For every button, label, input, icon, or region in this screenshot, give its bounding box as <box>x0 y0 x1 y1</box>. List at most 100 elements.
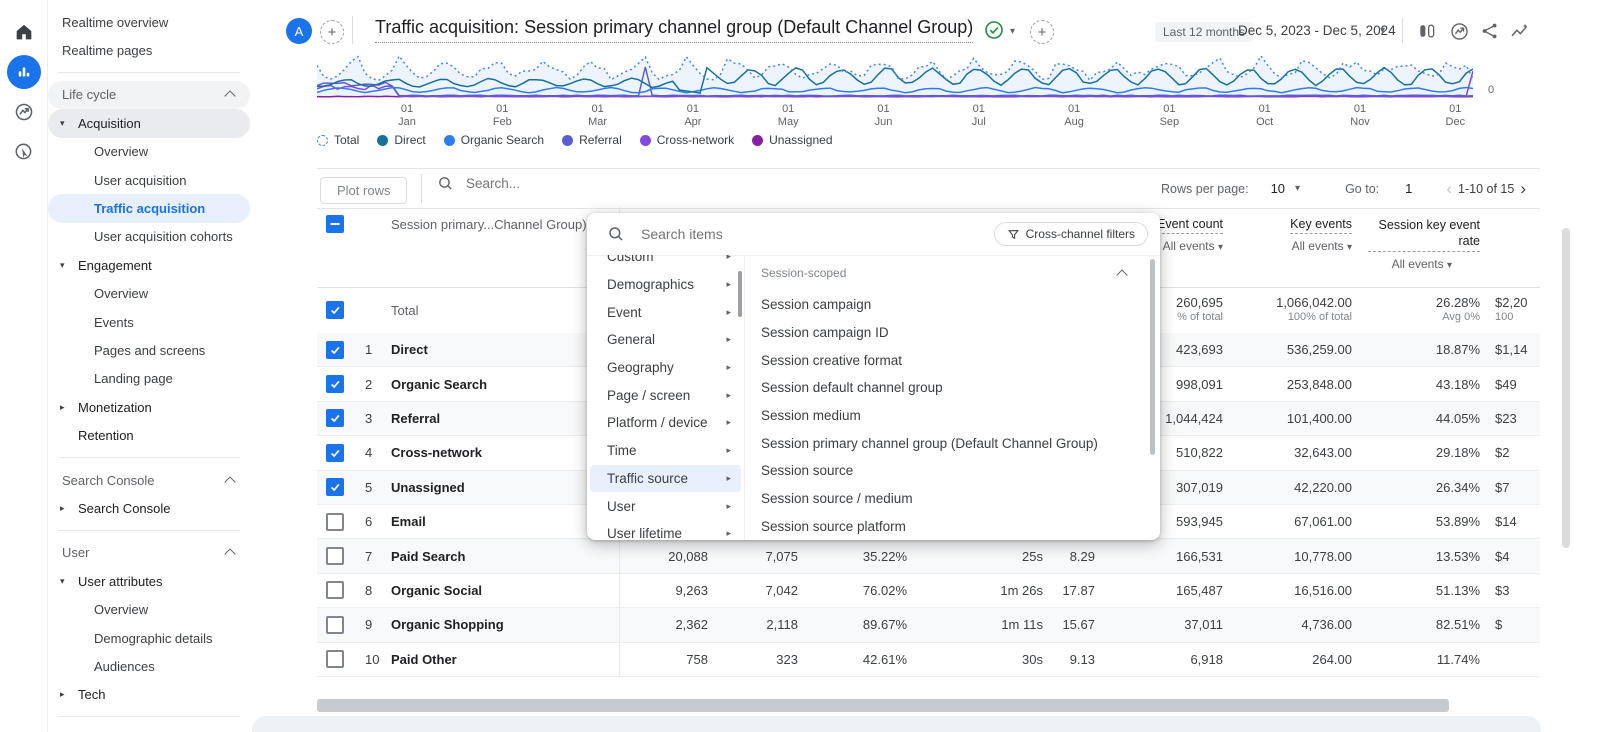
picker-item-panel: Session-scoped Session campaignSession c… <box>745 255 1160 540</box>
picker-item-session-source[interactable]: Session source <box>761 457 1140 485</box>
picker-category-demographics[interactable]: Demographics▸ <box>587 271 744 299</box>
sidebar-item-realtime-overview[interactable]: Realtime overview <box>48 8 258 36</box>
picker-category-general[interactable]: General▸ <box>587 326 744 354</box>
vertical-scrollbar[interactable] <box>1562 228 1570 548</box>
rows-per-page-value[interactable]: 10 <box>1271 181 1285 196</box>
picker-item-session-campaign[interactable]: Session campaign <box>761 291 1140 319</box>
rows-per-page-caret-icon[interactable]: ▾ <box>1295 183 1300 194</box>
report-status-icon[interactable] <box>984 20 1004 40</box>
sidebar-section-life-cycle[interactable]: Life cycle <box>48 81 250 109</box>
picker-category-platform-device[interactable]: Platform / device▸ <box>587 409 744 437</box>
select-all-checkbox[interactable] <box>326 215 344 233</box>
row-checkbox[interactable] <box>326 581 344 599</box>
sidebar-item-overview[interactable]: Overview <box>48 280 250 308</box>
plot-rows-button[interactable]: Plot rows <box>320 177 407 204</box>
sidebar-item-overview[interactable]: Overview <box>48 138 250 166</box>
session-key-event-rate-filter[interactable]: All events ▾ <box>1392 257 1452 271</box>
picker-item-session-primary-channel-group-default-channel-group-[interactable]: Session primary channel group (Default C… <box>761 429 1140 457</box>
prev-page-icon[interactable]: ‹ <box>1440 179 1458 199</box>
sidebar-item-pages-and-screens[interactable]: Pages and screens <box>48 336 250 364</box>
avatar[interactable]: A <box>286 18 312 44</box>
table-search[interactable] <box>437 175 688 192</box>
add-comparison-button[interactable]: + <box>320 20 344 44</box>
item-scrollbar[interactable] <box>1150 259 1155 455</box>
picker-item-session-medium[interactable]: Session medium <box>761 402 1140 430</box>
horizontal-scrollbar[interactable] <box>317 699 1449 712</box>
row-checkbox[interactable] <box>326 478 344 496</box>
title-caret-icon[interactable]: ▾ <box>1010 26 1015 37</box>
date-range-caret-icon[interactable]: ▾ <box>1380 25 1385 36</box>
picker-category-event[interactable]: Event▸ <box>587 298 744 326</box>
next-page-icon[interactable]: › <box>1514 179 1532 199</box>
sidebar-group-engagement[interactable]: ▾Engagement <box>48 251 250 279</box>
table-search-input[interactable] <box>464 175 688 192</box>
row-checkbox[interactable] <box>326 444 344 462</box>
report-title[interactable]: Traffic acquisition: Session primary cha… <box>375 17 973 43</box>
add-report-button[interactable]: + <box>1030 20 1054 44</box>
legend-item-referral[interactable]: Referral <box>562 133 622 147</box>
share-icon[interactable] <box>1477 18 1503 44</box>
row-checkbox[interactable] <box>326 409 344 427</box>
legend-item-cross-network[interactable]: Cross-network <box>640 133 734 147</box>
picker-item-session-source-medium[interactable]: Session source / medium <box>761 485 1140 513</box>
picker-item-session-default-channel-group[interactable]: Session default channel group <box>761 374 1140 402</box>
event-count-filter[interactable]: All events ▾ <box>1163 239 1223 253</box>
picker-item-session-creative-format[interactable]: Session creative format <box>761 346 1140 374</box>
sidebar-item-audiences[interactable]: Audiences <box>48 652 250 680</box>
sidebar-item-demographic-details[interactable]: Demographic details <box>48 624 250 652</box>
trends-icon[interactable] <box>1506 18 1532 44</box>
insights-icon[interactable] <box>1446 18 1472 44</box>
sidebar-group-retention[interactable]: Retention <box>48 421 250 449</box>
picker-search-input[interactable] <box>639 225 994 243</box>
date-range-value[interactable]: Dec 5, 2023 - Dec 5, 2024 <box>1238 23 1396 38</box>
picker-category-page-screen[interactable]: Page / screen▸ <box>587 381 744 409</box>
cross-channel-filters-chip[interactable]: Cross-channel filters <box>994 222 1148 246</box>
category-scrollbar[interactable] <box>738 271 742 317</box>
picker-category-traffic-source[interactable]: Traffic source▸ <box>590 465 741 493</box>
sidebar-section-search-console[interactable]: Search Console <box>48 466 250 494</box>
sidebar-item-traffic-acquisition[interactable]: Traffic acquisition <box>48 194 250 222</box>
sidebar-group-tech[interactable]: ▸Tech <box>48 681 250 709</box>
legend-item-direct[interactable]: Direct <box>377 133 425 147</box>
sidebar-item-user-acquisition[interactable]: User acquisition <box>48 166 250 194</box>
go-to-value[interactable]: 1 <box>1405 181 1412 196</box>
sidebar-item-user-acquisition-cohorts[interactable]: User acquisition cohorts <box>48 223 250 251</box>
sidebar-group-user-attributes[interactable]: ▾User attributes <box>48 567 250 595</box>
row-checkbox[interactable] <box>326 547 344 565</box>
legend-item-total[interactable]: Total <box>317 133 359 147</box>
picker-item-session-source-platform[interactable]: Session source platform <box>761 513 1140 541</box>
picker-category-custom[interactable]: Custom▸ <box>587 255 744 271</box>
row-checkbox[interactable] <box>326 375 344 393</box>
sidebar-item-realtime-pages[interactable]: Realtime pages <box>48 36 258 64</box>
row-checkbox[interactable] <box>326 341 344 359</box>
explore-icon[interactable] <box>0 92 47 132</box>
sidebar-item-overview[interactable]: Overview <box>48 595 250 623</box>
row-checkbox[interactable] <box>326 650 344 668</box>
picker-category-user[interactable]: User▸ <box>587 492 744 520</box>
home-icon[interactable] <box>0 12 47 52</box>
picker-category-time[interactable]: Time▸ <box>587 437 744 465</box>
session-scoped-section-header[interactable]: Session-scoped <box>761 261 1126 285</box>
sidebar-group-monetization[interactable]: ▸Monetization <box>48 393 250 421</box>
comparison-icon[interactable] <box>1414 18 1440 44</box>
picker-category-geography[interactable]: Geography▸ <box>587 354 744 382</box>
key-events-filter[interactable]: All events ▾ <box>1292 239 1352 253</box>
row-checkbox[interactable] <box>326 616 344 634</box>
sidebar-group-acquisition[interactable]: ▾Acquisition <box>48 109 250 137</box>
session-key-event-rate-header[interactable]: Session key event rate All events ▾ <box>1352 207 1480 287</box>
sidebar-section-user[interactable]: User <box>48 539 250 567</box>
collapse-section-icon[interactable] <box>1116 269 1127 280</box>
key-events-header[interactable]: Key events All events ▾ <box>1223 207 1352 287</box>
advertising-icon[interactable] <box>0 132 47 172</box>
legend-item-organic-search[interactable]: Organic Search <box>444 133 544 147</box>
sidebar-group-search-console[interactable]: ▸Search Console <box>48 494 250 522</box>
row-checkbox[interactable] <box>326 513 344 531</box>
row-checkbox[interactable] <box>326 301 344 319</box>
sidebar-item-landing-page[interactable]: Landing page <box>48 365 250 393</box>
legend-item-unassigned[interactable]: Unassigned <box>752 133 832 147</box>
picker-item-session-campaign-id[interactable]: Session campaign ID <box>761 319 1140 347</box>
sidebar-item-events[interactable]: Events <box>48 308 250 336</box>
dimension-header[interactable]: Session primary...Channel Group) ▾ <box>381 207 620 232</box>
reports-icon[interactable] <box>0 52 47 92</box>
picker-category-user-lifetime[interactable]: User lifetime▸ <box>587 520 744 540</box>
